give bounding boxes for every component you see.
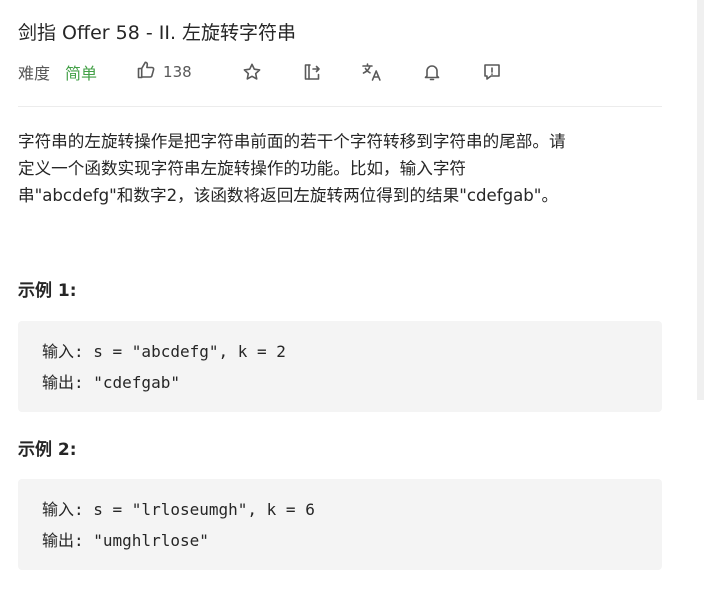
header-divider xyxy=(18,106,662,107)
share-icon[interactable] xyxy=(300,60,324,84)
example-2-output: 输出: "umghlrlose" xyxy=(42,531,209,550)
example-1-output: 输出: "cdefgab" xyxy=(42,373,180,392)
problem-title: 剑指 Offer 58 - II. 左旋转字符串 xyxy=(18,22,297,44)
bell-icon[interactable] xyxy=(420,60,444,84)
example-1-heading: 示例 1: xyxy=(18,281,77,301)
example-2-input: 输入: s = "lrloseumgh", k = 6 xyxy=(42,500,315,519)
example-1-code-block: 输入: s = "abcdefg", k = 2 输出: "cdefgab" xyxy=(18,321,662,412)
problem-description: 字符串的左旋转操作是把字符串前面的若干个字符转移到字符串的尾部。请 定义一个函数… xyxy=(18,128,668,209)
problem-meta-bar: 难度 简单 138 xyxy=(18,59,500,85)
like-count: 138 xyxy=(163,63,192,81)
description-line: 字符串的左旋转操作是把字符串前面的若干个字符转移到字符串的尾部。请 xyxy=(18,132,566,151)
feedback-icon[interactable] xyxy=(480,60,504,84)
example-2-code-block: 输入: s = "lrloseumgh", k = 6 输出: "umghlrl… xyxy=(18,479,662,570)
example-2-heading: 示例 2: xyxy=(18,440,77,460)
problem-page: 剑指 Offer 58 - II. 左旋转字符串 难度 简单 138 字符串的左… xyxy=(0,0,704,599)
like-button[interactable]: 138 xyxy=(136,60,192,84)
example-1-input: 输入: s = "abcdefg", k = 2 xyxy=(42,342,286,361)
scrollbar[interactable] xyxy=(697,0,704,400)
thumbs-up-icon xyxy=(136,60,156,84)
difficulty-label: 难度 xyxy=(18,64,51,83)
description-line: 串"abcdefg"和数字2，该函数将返回左旋转两位得到的结果"cdefgab"… xyxy=(18,186,559,205)
translate-icon[interactable] xyxy=(360,60,384,84)
star-icon[interactable] xyxy=(240,60,264,84)
description-line: 定义一个函数实现字符串左旋转操作的功能。比如，输入字符 xyxy=(18,159,467,178)
difficulty-badge: 简单 xyxy=(65,64,98,83)
